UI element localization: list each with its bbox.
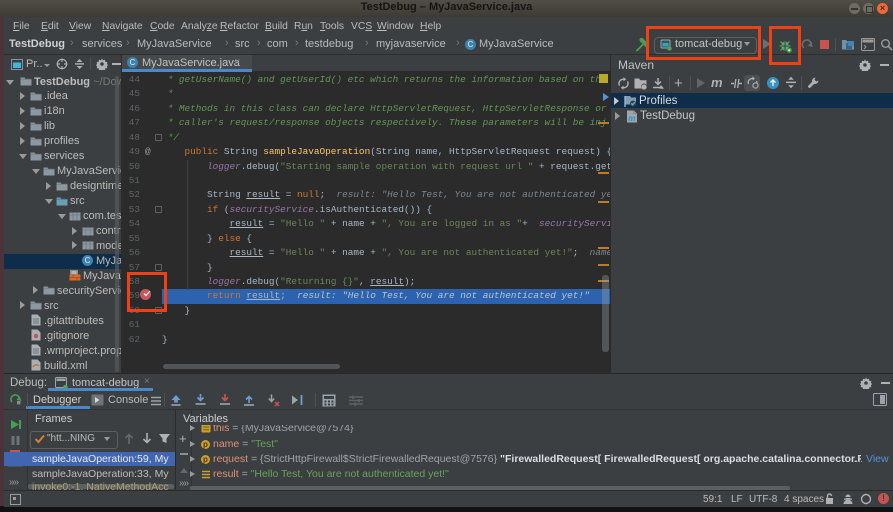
svg-text:m: m [628, 114, 635, 123]
